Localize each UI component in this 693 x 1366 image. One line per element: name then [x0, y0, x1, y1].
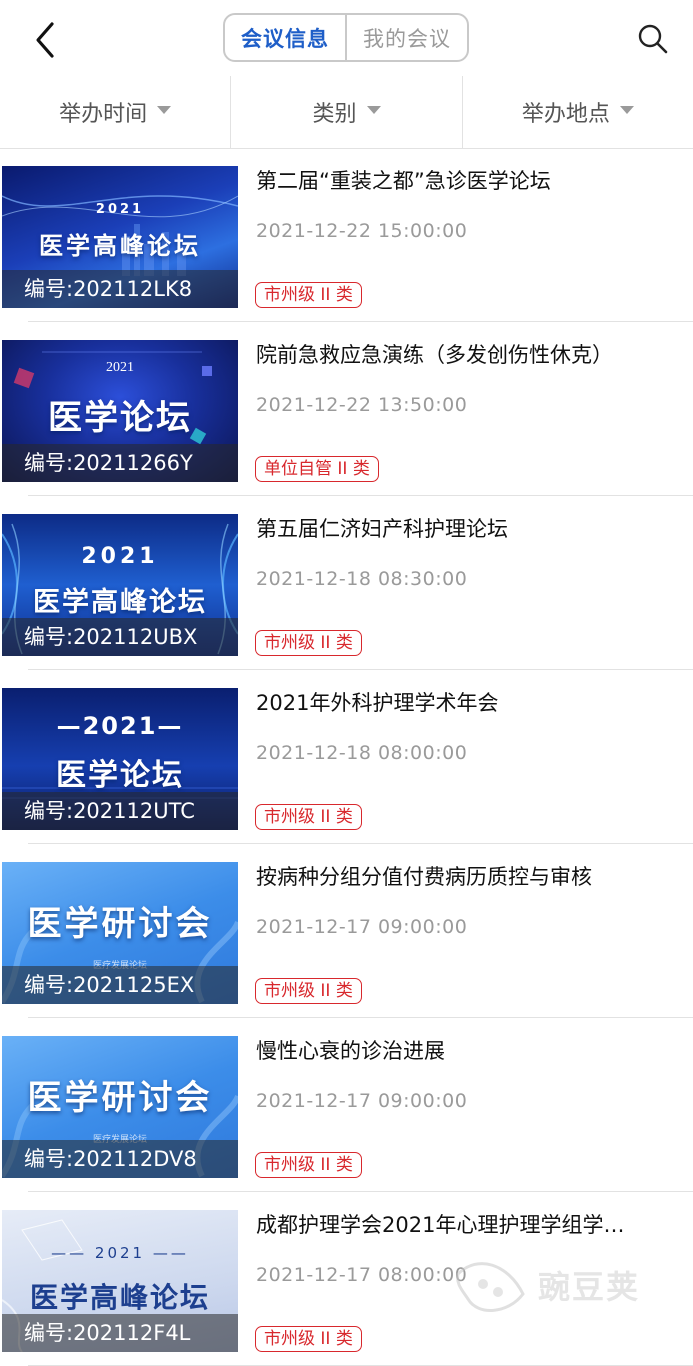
filter-category[interactable]: 类别 [230, 76, 461, 148]
top-bar: 会议信息 我的会议 [0, 0, 693, 76]
meeting-code: 编号:202112UTC [2, 792, 238, 830]
meeting-title: 第五届仁济妇产科护理论坛 [256, 517, 508, 541]
meeting-code: 编号:202112F4L [2, 1314, 238, 1352]
filter-category-label: 类别 [312, 102, 357, 127]
meeting-code: 编号:202112DV8 [2, 1140, 238, 1178]
meeting-time: 2021-12-18 08:30:00 [256, 568, 468, 590]
search-icon [638, 24, 668, 54]
thumbnail-year: —— 2021 —— [51, 1244, 189, 1262]
meeting-title: 2021年外科护理学术年会 [256, 691, 499, 715]
meeting-time: 2021-12-17 08:00:00 [256, 1264, 468, 1286]
meeting-thumbnail: 2021 医学高峰论坛 编号:202112UBX [2, 514, 238, 656]
meeting-list-item[interactable]: 医学研讨会 医疗发展论坛 编号:202112DV8 慢性心衰的诊治进展 2021… [0, 1018, 693, 1192]
thumbnail-year: 2021 [95, 202, 145, 217]
meeting-time: 2021-12-18 08:00:00 [256, 742, 468, 764]
tab-meeting-info[interactable]: 会议信息 [225, 15, 345, 60]
credit-tag: 市州级 II 类 [255, 1152, 362, 1178]
thumbnail-title: 医学高峰论坛 [29, 1281, 210, 1314]
meeting-code: 编号:202112UBX [2, 618, 238, 656]
credit-tag: 市州级 II 类 [255, 282, 362, 308]
meeting-title: 按病种分组分值付费病历质控与审核 [256, 865, 592, 889]
thumbnail-title: 医学高峰论坛 [39, 232, 201, 260]
meeting-list-item[interactable]: 2021 医学高峰论坛 编号:202112LK8 第二届“重装之都”急诊医学论坛… [0, 148, 693, 322]
meeting-thumbnail: 医学研讨会 医疗发展论坛 编号:2021125EX [2, 862, 238, 1004]
meeting-list-item[interactable]: —2021— 医学论坛 编号:202112UTC 2021年外科护理学术年会 2… [0, 670, 693, 844]
meeting-list-item[interactable]: 2021 医学高峰论坛 编号:202112UBX 第五届仁济妇产科护理论坛 20… [0, 496, 693, 670]
filter-location[interactable]: 举办地点 [461, 76, 693, 148]
meeting-time: 2021-12-22 13:50:00 [256, 394, 468, 416]
meeting-list-item[interactable]: —— 2021 —— 医学高峰论坛 编号:202112F4L 成都护理学会202… [0, 1192, 693, 1366]
credit-tag: 市州级 II 类 [255, 804, 362, 830]
filter-bar: 举办时间 类别 举办地点 [0, 76, 693, 149]
meeting-list-item[interactable]: 医学研讨会 医疗发展论坛 编号:2021125EX 按病种分组分值付费病历质控与… [0, 844, 693, 1018]
meeting-code: 编号:202112LK8 [2, 270, 238, 308]
meeting-title: 第二届“重装之都”急诊医学论坛 [256, 169, 551, 193]
meeting-time: 2021-12-17 09:00:00 [256, 916, 468, 938]
credit-tag: 市州级 II 类 [255, 978, 362, 1004]
caret-down-icon [366, 106, 381, 114]
credit-tag: 市州级 II 类 [255, 1326, 362, 1352]
meeting-thumbnail: 2021 医学高峰论坛 编号:202112LK8 [2, 166, 238, 308]
meeting-thumbnail: 医学研讨会 医疗发展论坛 编号:202112DV8 [2, 1036, 238, 1178]
meeting-time: 2021-12-22 15:00:00 [256, 220, 468, 242]
meeting-title: 院前急救应急演练（多发创伤性休克） [256, 343, 613, 367]
thumbnail-title: 医学研讨会 [27, 1078, 213, 1118]
filter-time-label: 举办时间 [59, 102, 148, 127]
caret-down-icon [619, 106, 634, 114]
thumbnail-year: 2021 [81, 544, 159, 569]
thumbnail-year: 2021 [106, 360, 134, 375]
meeting-thumbnail: —— 2021 —— 医学高峰论坛 编号:202112F4L [2, 1210, 238, 1352]
filter-location-label: 举办地点 [521, 102, 610, 127]
meeting-code: 编号:20211266Y [2, 444, 238, 482]
credit-tag: 市州级 II 类 [255, 630, 362, 656]
search-button[interactable] [636, 22, 670, 56]
meeting-title: 慢性心衰的诊治进展 [256, 1039, 445, 1063]
meeting-list-item[interactable]: 2021 医学论坛 编号:20211266Y 院前急救应急演练（多发创伤性休克）… [0, 322, 693, 496]
caret-down-icon [157, 106, 172, 114]
segmented-tabs: 会议信息 我的会议 [223, 13, 469, 62]
meeting-list: 2021 医学高峰论坛 编号:202112LK8 第二届“重装之都”急诊医学论坛… [0, 148, 693, 1366]
filter-time[interactable]: 举办时间 [0, 76, 230, 148]
meeting-thumbnail: —2021— 医学论坛 编号:202112UTC [2, 688, 238, 830]
meeting-code: 编号:2021125EX [2, 966, 238, 1004]
thumbnail-title: 医学研讨会 [27, 904, 213, 944]
meeting-title: 成都护理学会2021年心理护理学组学… [256, 1213, 625, 1237]
back-button[interactable] [28, 18, 68, 62]
thumbnail-title: 医学论坛 [48, 398, 192, 438]
thumbnail-title: 医学高峰论坛 [33, 587, 207, 618]
tab-my-meetings[interactable]: 我的会议 [345, 15, 467, 60]
meeting-time: 2021-12-17 09:00:00 [256, 1090, 468, 1112]
meeting-thumbnail: 2021 医学论坛 编号:20211266Y [2, 340, 238, 482]
thumbnail-title: 医学论坛 [56, 758, 184, 793]
thumbnail-year: —2021— [56, 712, 184, 740]
chevron-left-icon [36, 22, 54, 58]
credit-tag: 单位自管 II 类 [255, 456, 379, 482]
